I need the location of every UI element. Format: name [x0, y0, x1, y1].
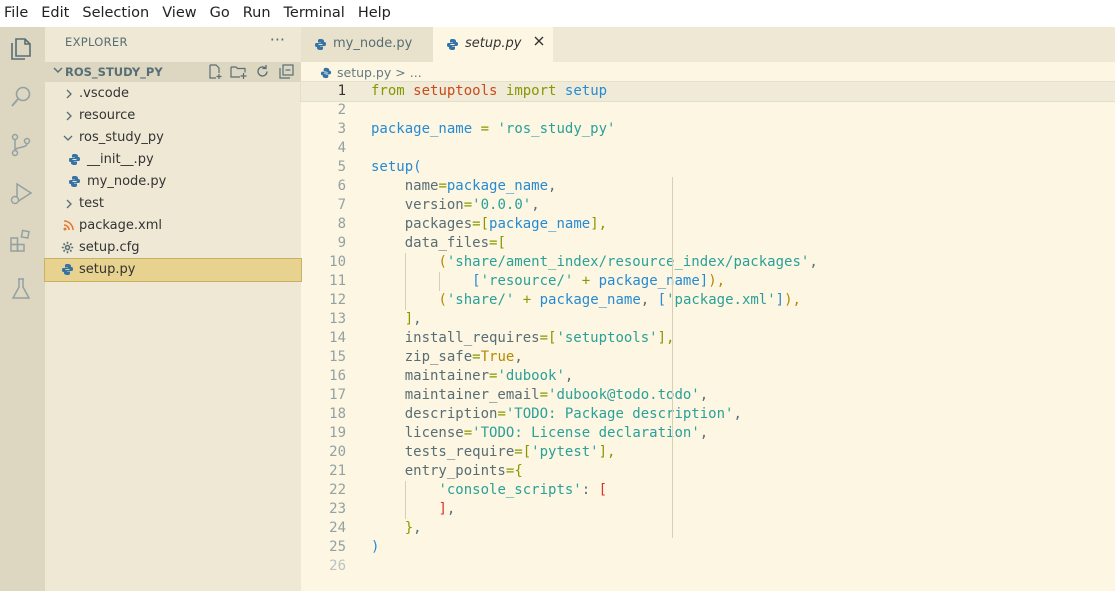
code-line: 15 zip_safe=True, — [329, 349, 523, 365]
python-file-icon — [320, 67, 332, 78]
tree-item-label: ros_study_py — [79, 130, 164, 145]
code-line: 24 }, — [329, 520, 422, 536]
close-icon[interactable] — [533, 35, 545, 47]
tree-item-ros-study-py-folder[interactable]: ros_study_py — [45, 127, 301, 149]
breadcrumb-separator: > — [395, 65, 406, 80]
code-line: 21 entry_points={ — [329, 463, 523, 479]
code-line: 26 — [329, 558, 346, 574]
source-control-icon[interactable] — [7, 131, 35, 159]
code-line: 19 license='TODO: License declaration', — [329, 425, 709, 441]
tree-item-package-xml[interactable]: package.xml — [45, 215, 301, 237]
indent-guide — [672, 177, 673, 538]
code-line: 12 ('share/' + package_name, ['package.x… — [329, 291, 801, 310]
code-line: 2 — [337, 102, 346, 118]
code-line: 13 ], — [329, 311, 422, 327]
testing-icon[interactable] — [7, 275, 35, 303]
new-folder-icon[interactable] — [230, 63, 247, 80]
code-line: 22 'console_scripts': [ — [329, 481, 608, 500]
tree-item-label: test — [79, 196, 104, 211]
tab-label: my_node.py — [333, 36, 413, 51]
menu-terminal[interactable]: Terminal — [279, 0, 353, 27]
tree-item-label: my_node.py — [87, 174, 167, 189]
code-line: 10 ('share/ament_index/resource_index/pa… — [329, 253, 818, 272]
tab-my-node-py[interactable]: my_node.py — [301, 27, 433, 62]
tree-item-label: setup.py — [79, 262, 136, 277]
python-file-icon — [447, 39, 458, 50]
code-line: 4 — [337, 140, 346, 156]
breadcrumb-file[interactable]: setup.py — [337, 65, 391, 80]
menu-file[interactable]: File — [0, 0, 36, 27]
code-line: 20 tests_require=['pytest'], — [329, 444, 616, 460]
gear-icon — [61, 241, 74, 254]
tree-item-label: __init__.py — [87, 152, 154, 167]
tree-item-label: resource — [79, 108, 136, 123]
code-line: 17 maintainer_email='dubook@todo.todo', — [329, 387, 709, 403]
code-line: 14 install_requires=['setuptools'], — [329, 330, 675, 346]
menu-run[interactable]: Run — [238, 0, 279, 27]
new-file-icon[interactable] — [206, 63, 223, 80]
tab-setup-py[interactable]: setup.py — [433, 27, 553, 62]
code-line: 16 maintainer='dubook', — [329, 368, 574, 384]
extensions-icon[interactable] — [7, 227, 35, 255]
refresh-icon[interactable] — [254, 63, 271, 80]
code-editor[interactable]: 1 from setuptools import setup 2 3 packa… — [300, 81, 1115, 591]
menu-bar: File Edit Selection View Go Run Terminal… — [0, 0, 1115, 27]
python-file-icon — [62, 264, 73, 275]
breadcrumb-symbols[interactable]: ... — [410, 65, 422, 80]
code-line: 8 packages=[package_name], — [337, 216, 608, 232]
code-line: 11 ['resource/' + package_name]), — [329, 272, 726, 291]
python-file-icon — [69, 176, 80, 187]
tree-item-setup-cfg[interactable]: setup.cfg — [45, 237, 301, 259]
rss-feed-icon — [63, 220, 74, 231]
menu-view[interactable]: View — [157, 0, 204, 27]
chevron-down-icon — [53, 67, 63, 73]
workspace-section-header[interactable]: ROS_STUDY_PY — [45, 62, 301, 82]
tree-item-label: package.xml — [79, 218, 162, 233]
tree-item-setup-py[interactable]: setup.py — [44, 258, 302, 282]
menu-help[interactable]: Help — [353, 0, 399, 27]
python-file-icon — [69, 154, 80, 165]
code-line: 9 data_files=[ — [337, 235, 506, 251]
search-icon[interactable] — [7, 83, 35, 111]
python-file-icon — [315, 39, 326, 50]
breadcrumb: setup.py > ... — [320, 65, 422, 80]
tree-item-label: setup.cfg — [79, 240, 140, 255]
code-line: 3 package_name = 'ros_study_py' — [337, 121, 616, 137]
tree-item-resource[interactable]: resource — [45, 105, 301, 127]
tree-item-init-py[interactable]: __init__.py — [45, 149, 301, 171]
code-line: 1 from setuptools import setup — [300, 81, 1115, 102]
chevron-down-icon — [63, 135, 73, 141]
chevron-right-icon — [66, 89, 72, 99]
chevron-right-icon — [66, 111, 72, 121]
tree-item-vscode[interactable]: .vscode — [45, 83, 301, 105]
run-debug-icon[interactable] — [7, 179, 35, 207]
code-line: 18 description='TODO: Package descriptio… — [329, 406, 742, 422]
menu-go[interactable]: Go — [205, 0, 238, 27]
workspace-title: ROS_STUDY_PY — [65, 65, 163, 79]
tree-item-my-node-py[interactable]: my_node.py — [45, 171, 301, 193]
code-line: 25 ) — [329, 539, 380, 555]
code-line: 6 name=package_name, — [337, 178, 557, 194]
menu-selection[interactable]: Selection — [77, 0, 157, 27]
tree-item-label: .vscode — [79, 86, 129, 101]
tab-label: setup.py — [465, 36, 522, 51]
explorer-title: EXPLORER — [65, 35, 128, 49]
explorer-icon[interactable] — [7, 35, 35, 63]
explorer-sidebar: EXPLORER ··· ROS_STUDY_PY .vscode resour… — [44, 27, 302, 591]
code-line: 5 setup( — [337, 159, 422, 175]
code-line: 23 ], — [329, 500, 456, 519]
menu-edit[interactable]: Edit — [36, 0, 77, 27]
chevron-right-icon — [66, 199, 72, 209]
code-line: 7 version='0.0.0', — [337, 197, 540, 213]
tree-item-test[interactable]: test — [45, 193, 301, 215]
activity-bar — [0, 27, 45, 591]
editor-tab-bar: my_node.py setup.py — [301, 27, 1115, 62]
collapse-all-icon[interactable] — [278, 63, 295, 80]
more-actions-icon[interactable]: ··· — [270, 30, 285, 49]
